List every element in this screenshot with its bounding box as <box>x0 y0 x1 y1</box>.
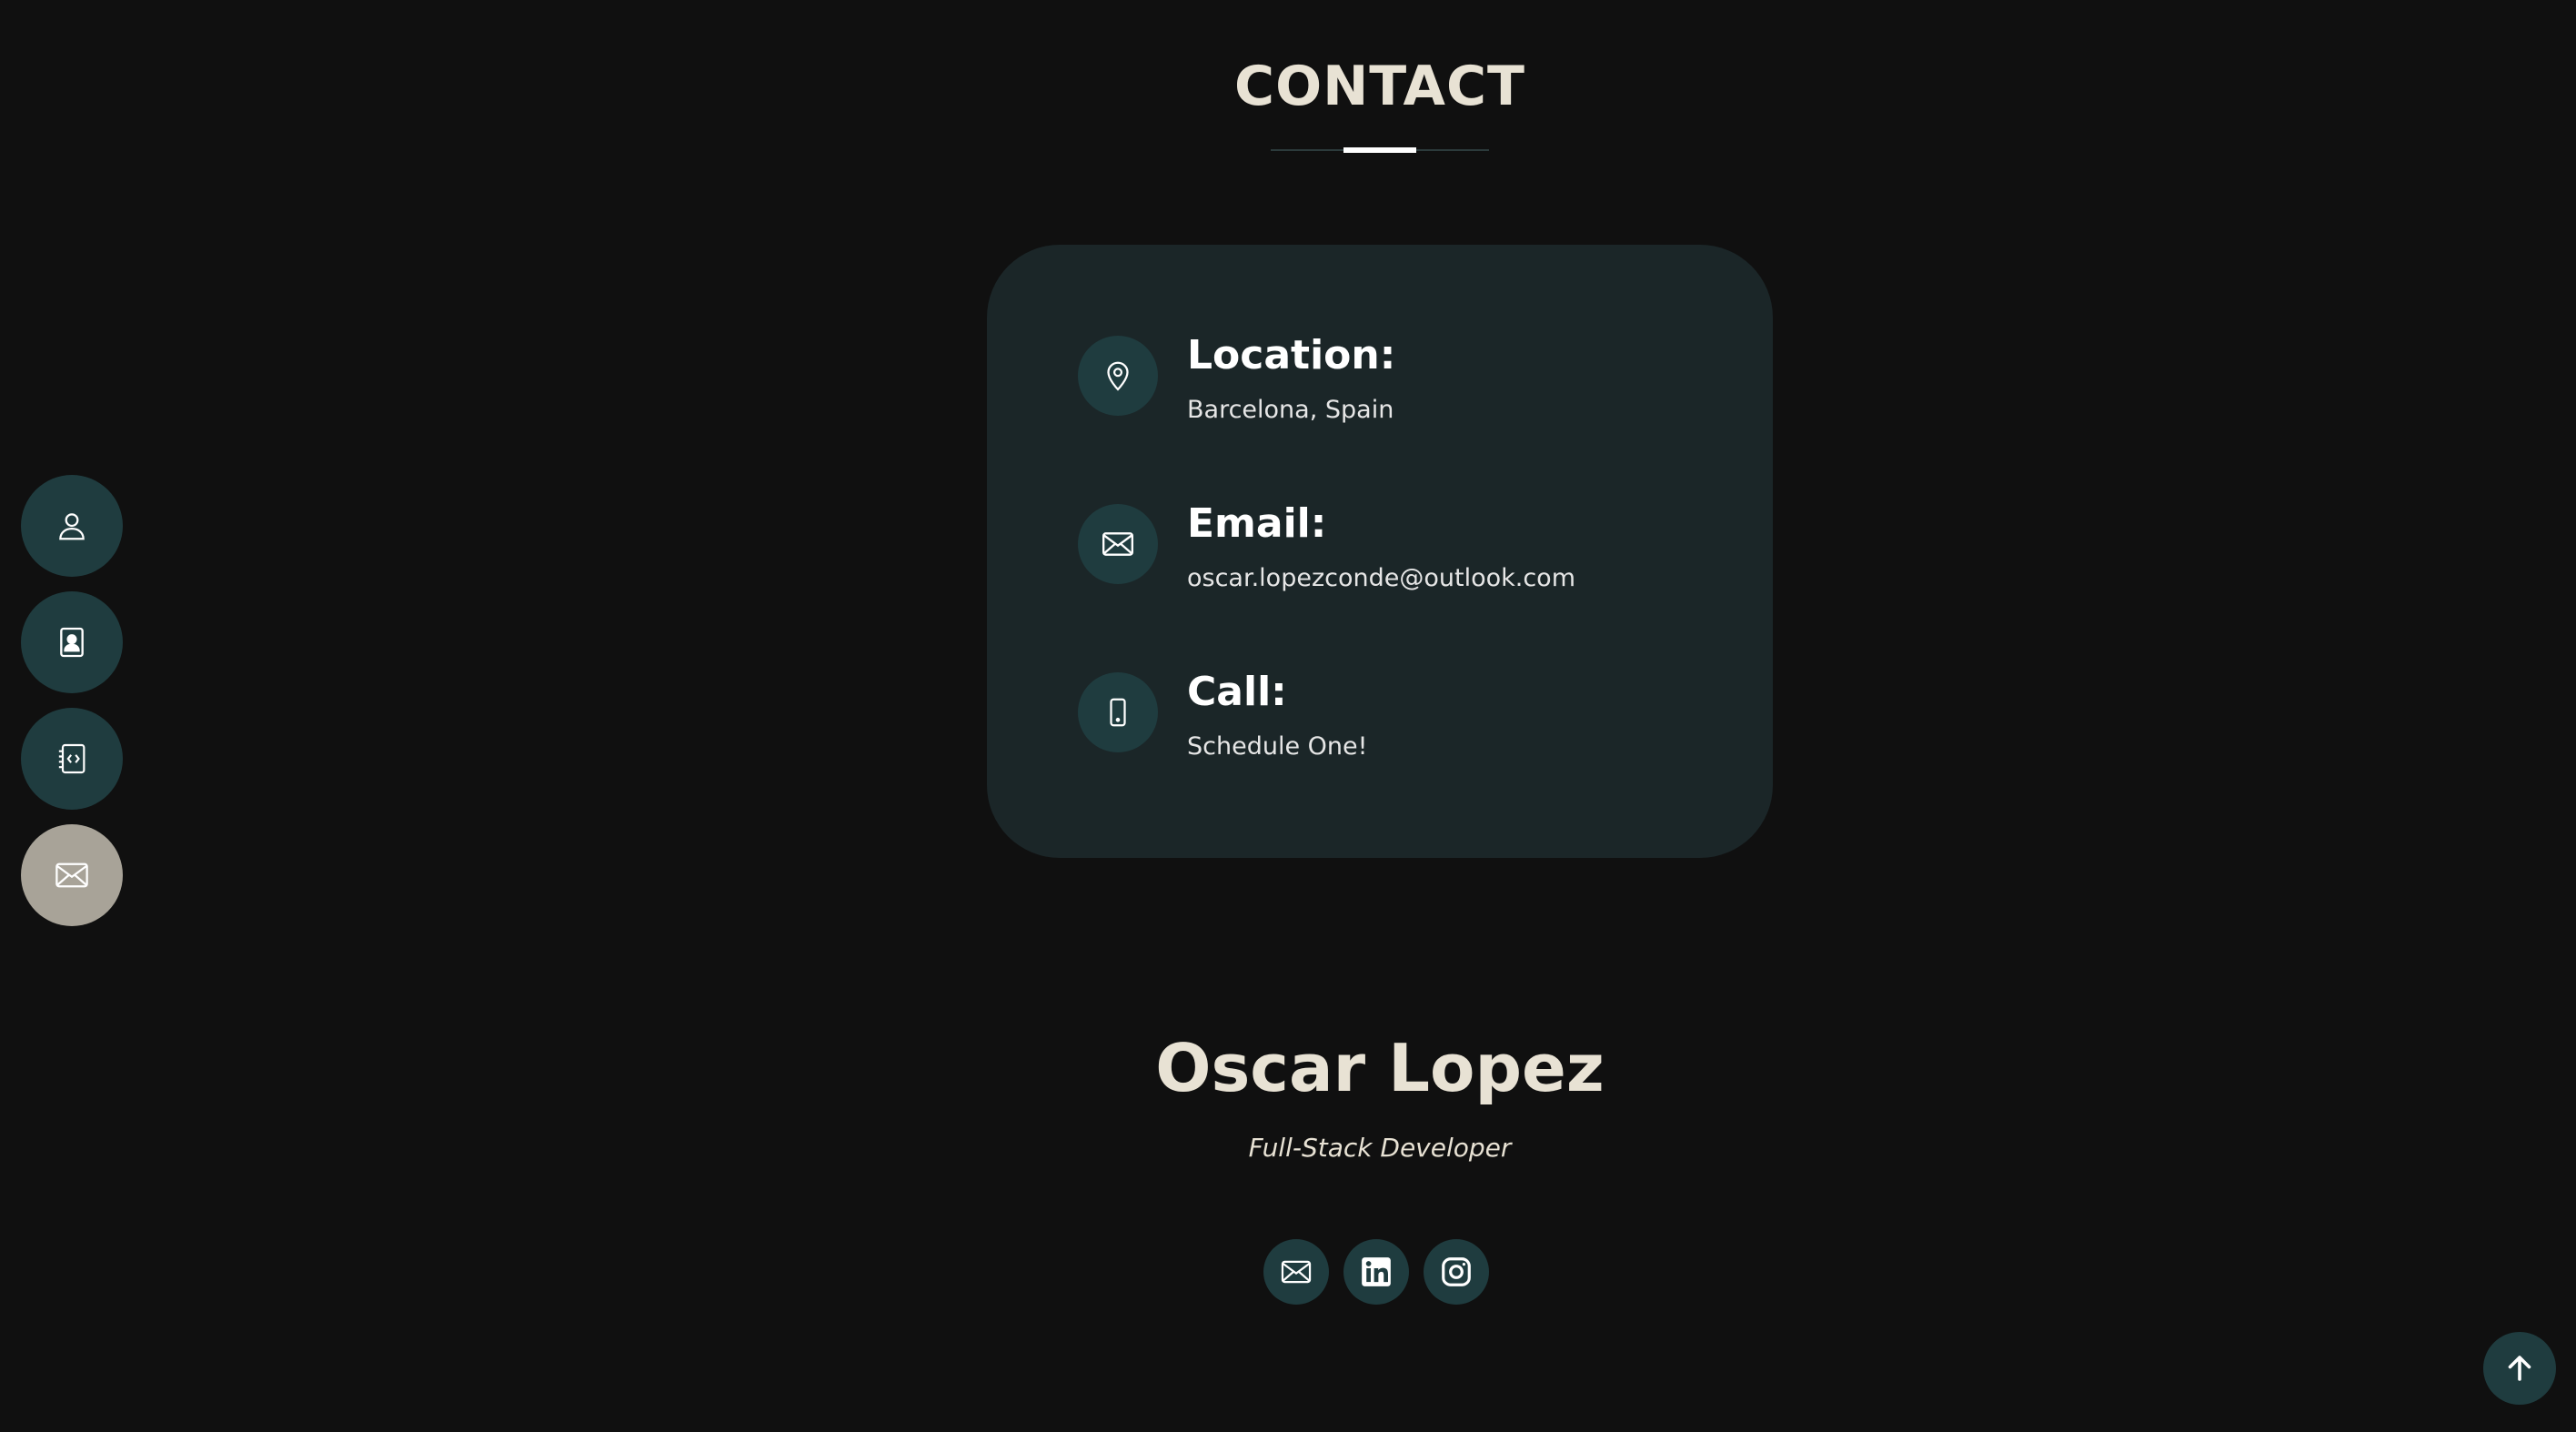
section-title: CONTACT <box>1234 55 1525 118</box>
contact-page: CONTACT Location: Barcelona, Spain Email… <box>0 0 2576 1432</box>
instagram-icon <box>1439 1255 1474 1289</box>
contact-item-location: Location: Barcelona, Spain <box>1078 332 1715 436</box>
social-linkedin-link[interactable] <box>1343 1239 1409 1305</box>
nav-portfolio-button[interactable] <box>21 708 123 810</box>
email-label: Email: <box>1187 500 1327 547</box>
social-instagram-link[interactable] <box>1424 1239 1489 1305</box>
person-icon <box>55 509 89 543</box>
location-label: Location: <box>1187 332 1396 378</box>
contact-card: Location: Barcelona, Spain Email: oscar.… <box>987 245 1773 858</box>
code-icon <box>54 741 90 777</box>
linkedin-icon <box>1359 1255 1394 1289</box>
nav-resume-button[interactable] <box>21 591 123 693</box>
map-pin-icon <box>1078 336 1158 416</box>
call-label: Call: <box>1187 669 1287 715</box>
resume-icon <box>54 624 90 661</box>
contact-item-call: Call: Schedule One! <box>1078 669 1715 772</box>
envelope-icon <box>1279 1255 1313 1289</box>
title-accent-bar <box>1343 147 1416 153</box>
call-value[interactable]: Schedule One! <box>1187 729 1367 765</box>
envelope-icon <box>53 856 91 894</box>
location-value: Barcelona, Spain <box>1187 396 1394 424</box>
nav-contact-button[interactable] <box>21 824 123 926</box>
nav-about-button[interactable] <box>21 475 123 577</box>
footer-name: Oscar Lopez <box>1155 1030 1605 1106</box>
back-to-top-button[interactable] <box>2483 1332 2556 1405</box>
phone-icon <box>1078 672 1158 752</box>
social-email-link[interactable] <box>1263 1239 1329 1305</box>
arrow-up-icon <box>2503 1352 2536 1385</box>
footer-role: Full-Stack Developer <box>1248 1133 1512 1163</box>
email-value[interactable]: oscar.lopezconde@outlook.com <box>1187 560 1575 597</box>
contact-item-email: Email: oscar.lopezconde@outlook.com <box>1078 500 1715 604</box>
envelope-icon <box>1078 504 1158 584</box>
